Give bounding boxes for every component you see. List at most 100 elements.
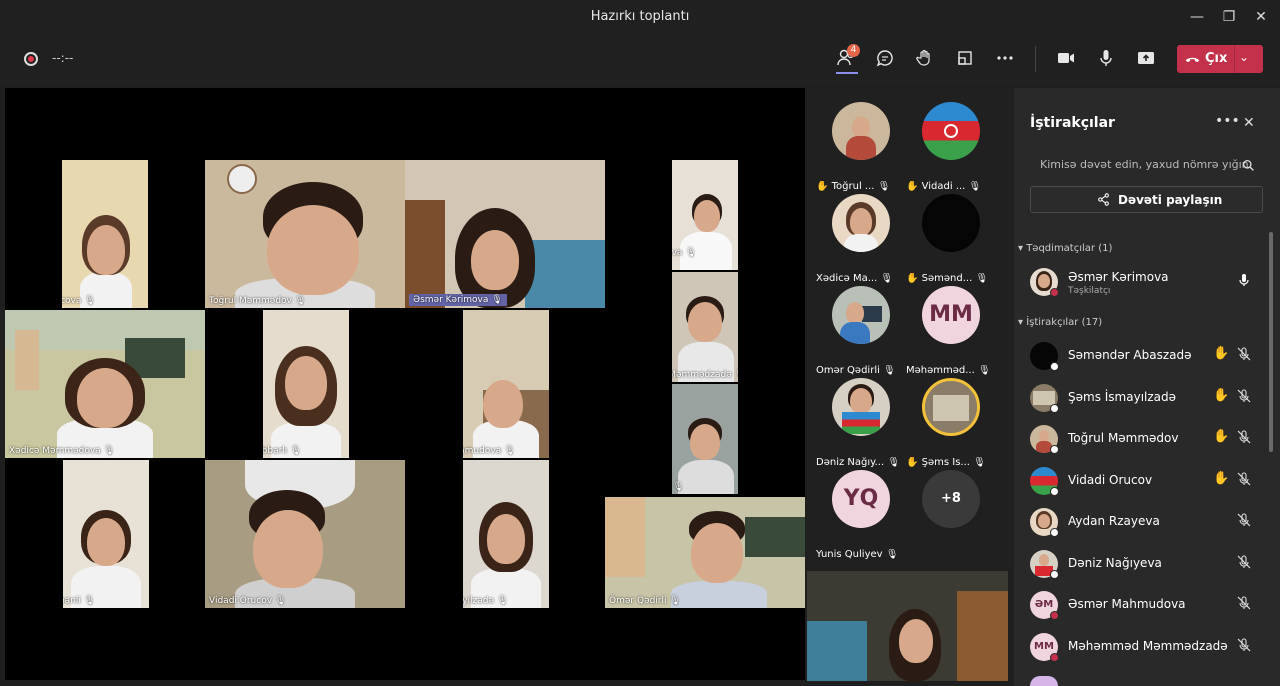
tile-name: Toğrul Məmmədov 🎙: [209, 296, 307, 306]
video-tile[interactable]: Vidadi Orucov 🎙: [205, 460, 405, 608]
participant-name: Vidadi Orucov: [1068, 473, 1153, 487]
attendee-row[interactable]: Vidadi Orucov ✋: [1030, 465, 1260, 501]
gallery-name-row: Dəniz Nağıy... 🎙: [816, 457, 901, 468]
video-tile[interactable]: Zeynəb Cabbarlı 🎙: [263, 310, 349, 458]
gallery-item[interactable]: MM Məhəmməd... 🎙: [906, 286, 996, 376]
close-window-button[interactable]: ✕: [1250, 6, 1272, 28]
attendee-row[interactable]: Toğrul Məmmədov ✋: [1030, 423, 1260, 459]
video-tile[interactable]: Şəms İsmayılzadə 🎙: [463, 460, 549, 608]
avatar: YQ: [832, 470, 890, 528]
mic-icon: [1239, 274, 1249, 286]
gallery-name: Məhəmməd...: [906, 365, 975, 376]
video-stage: Nərgiz Orucova 🎙 Toğrul Məmmədov 🎙 Əsmər…: [5, 88, 805, 680]
video-tile[interactable]: Nərgiz Orucova 🎙: [62, 160, 148, 308]
avatar: [832, 102, 890, 160]
attendee-row[interactable]: Dəniz Nağıyeva: [1030, 548, 1260, 584]
gallery-item[interactable]: Dəniz Nağıy... 🎙: [816, 378, 906, 468]
restore-button[interactable]: ❐: [1218, 6, 1240, 28]
avatar: MM: [922, 286, 980, 344]
tile-name: Məhəmməd Məmmədzadə 🎙: [672, 370, 738, 380]
leave-button[interactable]: Çıx ⌄: [1177, 45, 1263, 73]
mic-off-icon: [1237, 555, 1251, 569]
chat-button[interactable]: [871, 44, 899, 72]
gallery-name-row: ✋ Şəms İs... 🎙: [906, 457, 986, 468]
close-panel-icon[interactable]: ✕: [1243, 115, 1255, 131]
share-screen-icon: [1138, 52, 1154, 64]
participant-name: Səməndər Abaszadə: [1068, 348, 1192, 362]
participants-button[interactable]: 4: [832, 44, 860, 72]
avatar: [832, 194, 890, 252]
phone-hangup-icon: [1185, 57, 1200, 63]
attendees-section-toggle[interactable]: ▾ İştirakçılar (17): [1018, 317, 1102, 328]
gallery-name: Vidadi ...: [921, 181, 966, 192]
raised-hand-icon: ✋: [816, 181, 829, 192]
participants-badge: 4: [847, 44, 860, 57]
video-tile[interactable]: Toğrul Məmmədov 🎙: [205, 160, 405, 308]
video-tile[interactable]: Əsmər Kərimova 🎙: [405, 160, 605, 308]
mic-off-icon: [1237, 513, 1251, 527]
raise-hand-icon: [916, 49, 930, 66]
gallery-item[interactable]: Xədicə Ma... 🎙: [816, 194, 906, 284]
minimize-button[interactable]: —: [1186, 6, 1208, 28]
tile-name: Zeynəb Cabbarlı 🎙: [263, 446, 302, 456]
video-tile[interactable]: Məhəmməd Məmmədzadə 🎙: [672, 272, 738, 382]
gallery-item[interactable]: ✋ Şəms İs... 🎙: [906, 378, 996, 468]
gallery-name: Səmənd...: [921, 273, 973, 284]
invite-search-input[interactable]: Kimisə dəvət edin, yaxud nömrə yığın: [1030, 151, 1262, 179]
share-invite-button[interactable]: Dəvəti paylaşın: [1030, 186, 1263, 213]
gallery-name-row: Ömər Qədirli 🎙: [816, 365, 896, 376]
participant-gallery: ✋ Toğrul ... 🎙 ✋ Vidadi ... 🎙 Xədicə Ma.…: [806, 88, 1011, 570]
recording-indicator-icon: [24, 52, 38, 66]
presenters-section-toggle[interactable]: ▾ Təqdimatçılar (1): [1018, 243, 1112, 254]
gallery-item[interactable]: ✋ Vidadi ... 🎙: [906, 102, 996, 192]
microphone-button[interactable]: [1092, 44, 1120, 72]
mic-off-icon: [1237, 430, 1251, 444]
avatar-initials: MM: [929, 302, 973, 327]
chevron-down-icon[interactable]: ⌄: [1239, 50, 1249, 64]
attendee-row[interactable]: ƏM Əsmər Mahmudova: [1030, 589, 1260, 625]
gallery-name: Ömər Qədirli: [816, 365, 880, 376]
gallery-item[interactable]: YQ Yunis Quliyev 🎙: [816, 470, 906, 560]
attendee-row[interactable]: Səməndər Abaszadə ✋: [1030, 340, 1260, 376]
raise-hand-button[interactable]: [911, 44, 939, 72]
video-tile[interactable]: Yunis Quliyev 🎙: [672, 384, 738, 494]
video-tile[interactable]: Ömər Qədirli 🎙: [605, 497, 805, 608]
search-placeholder: Kimisə dəvət edin, yaxud nömrə yığın: [1040, 158, 1249, 171]
share-screen-button[interactable]: [1132, 44, 1160, 72]
avatar: [922, 102, 980, 160]
mic-off-icon: [1237, 389, 1251, 403]
camera-button[interactable]: [1052, 44, 1080, 72]
avatar: [922, 194, 980, 252]
panel-more-icon[interactable]: •••: [1215, 113, 1240, 129]
more-actions-button[interactable]: [991, 44, 1019, 72]
gallery-item[interactable]: ✋ Toğrul ... 🎙: [816, 102, 906, 192]
attendee-row[interactable]: MM Məhəmməd Məmmədzadə: [1030, 631, 1260, 667]
video-tile[interactable]: Əsmər Mahmudova 🎙: [463, 310, 549, 458]
tile-name: Xədicə Məmmədova 🎙: [9, 446, 115, 456]
gallery-name-row: Yunis Quliyev 🎙: [816, 549, 899, 560]
gallery-item[interactable]: ✋ Səmənd... 🎙: [906, 194, 996, 284]
attendee-row[interactable]: Aydan Rzayeva: [1030, 506, 1260, 542]
gallery-item[interactable]: Ömər Qədirli 🎙: [816, 286, 906, 376]
attendee-row[interactable]: Şəms İsmayılzadə ✋: [1030, 382, 1260, 418]
gallery-name: Dəniz Nağıy...: [816, 457, 885, 468]
presence-indicator: [1050, 445, 1059, 454]
gallery-name-row: ✋ Toğrul ... 🎙: [816, 181, 891, 192]
presence-indicator: [1050, 487, 1059, 496]
video-tile[interactable]: Dəniz Nağıyeva 🎙: [672, 160, 738, 270]
gallery-overflow-button[interactable]: +8: [906, 470, 996, 560]
breakout-rooms-button[interactable]: [951, 44, 979, 72]
self-video-preview[interactable]: [807, 571, 1008, 681]
presenter-row[interactable]: Əsmər Kərimova Təşkilatçı: [1030, 266, 1260, 302]
avatar: [1030, 676, 1058, 686]
tile-name: Əsmər Kərimova 🎙: [409, 294, 507, 306]
overflow-count: +8: [941, 491, 961, 506]
tile-name: Nərgiz Orucova 🎙: [62, 296, 96, 306]
participant-name: Aydan Rzayeva: [1068, 514, 1160, 528]
panel-title: İştirakçılar: [1030, 115, 1115, 131]
gallery-name-row: Məhəmməd... 🎙: [906, 365, 991, 376]
panel-scrollbar[interactable]: [1269, 232, 1273, 452]
video-tile[interactable]: Xədicə Məmmədova 🎙: [5, 310, 205, 458]
video-tile[interactable]: Zəhra Qurbanli 🎙: [63, 460, 149, 608]
raised-hand-icon: ✋: [1213, 388, 1230, 403]
